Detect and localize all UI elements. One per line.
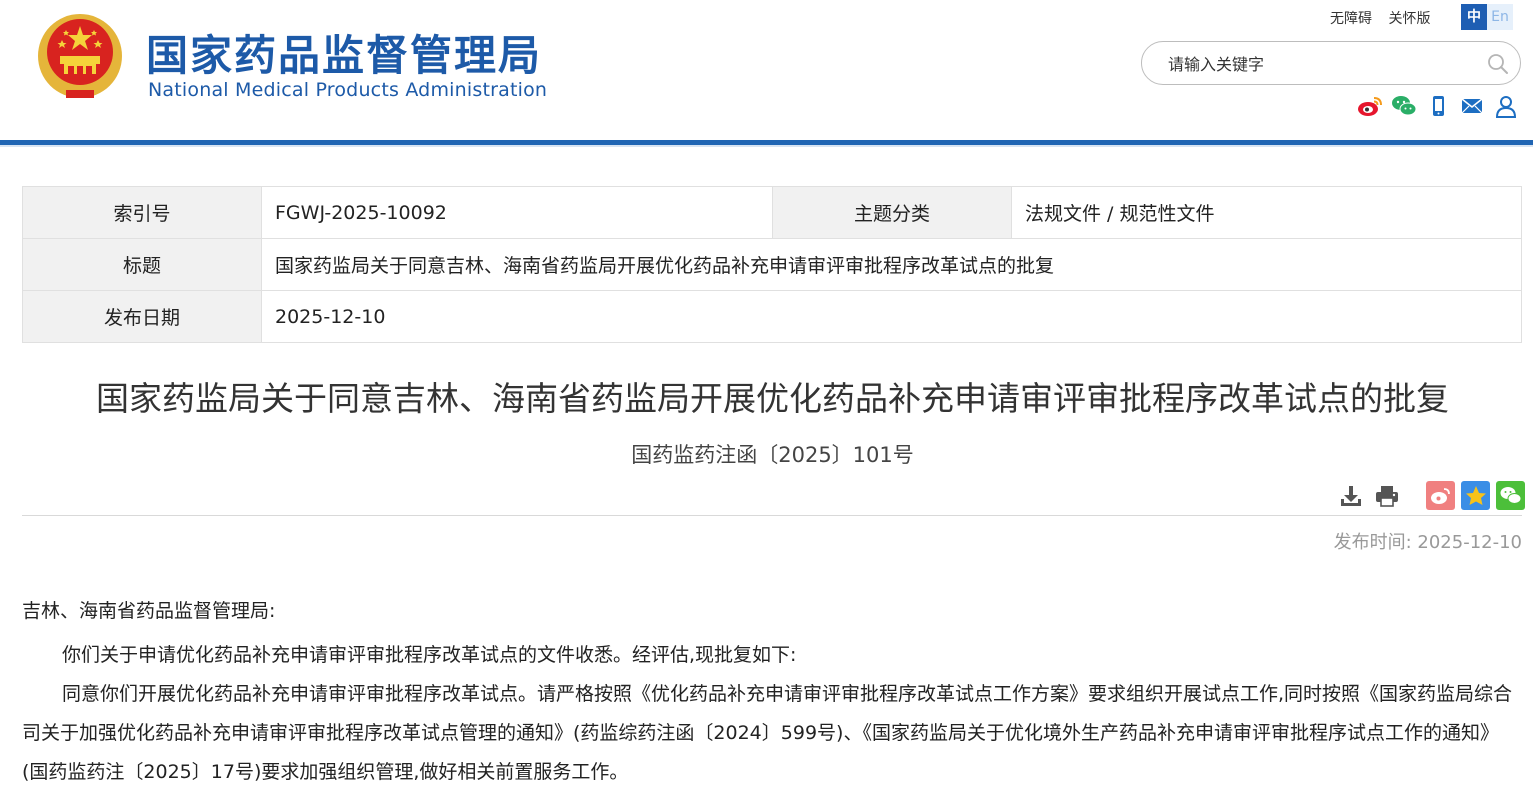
document-tools [1338,481,1525,510]
search-icon[interactable] [1486,52,1510,76]
language-switch: 中 En [1461,4,1513,30]
category-label: 主题分类 [772,186,1012,239]
top-links: 无障碍 关怀版 [1330,8,1442,28]
qzone-share-icon[interactable] [1461,481,1490,510]
weibo-icon[interactable] [1357,93,1383,119]
wechat-share-icon[interactable] [1496,481,1525,510]
date-label: 发布日期 [22,290,262,343]
site-header: 国家药品监督管理局 National Medical Products Admi… [0,0,1533,142]
document-body: 吉林、海南省药品监督管理局: 你们关于申请优化药品补充申请审评审批程序改革试点的… [22,596,1525,792]
index-label: 索引号 [22,186,262,239]
national-emblem-logo[interactable] [36,12,124,104]
publish-time-value: 2025-12-10 [1417,532,1522,553]
body-paragraph: 你们关于申请优化药品补充申请审评审批程序改革试点的文件收悉。经评估,现批复如下: [62,644,797,666]
lang-english-button[interactable]: En [1487,4,1513,30]
title-divider [22,515,1522,516]
table-row: 索引号 FGWJ-2025-10092 主题分类 法规文件 / 规范性文件 [22,186,1522,239]
lang-chinese-button[interactable]: 中 [1461,4,1487,30]
site-logo-title[interactable]: 国家药品监督管理局 [146,22,542,83]
site-logo-subtitle[interactable]: National Medical Products Administration [148,79,547,101]
mobile-icon[interactable] [1425,93,1451,119]
category-value: 法规文件 / 规范性文件 [1011,186,1522,239]
user-icon[interactable] [1493,93,1519,119]
document-meta-table: 索引号 FGWJ-2025-10092 主题分类 法规文件 / 规范性文件 标题… [22,186,1522,343]
mail-icon[interactable] [1459,93,1485,119]
body-paragraph: 同意你们开展优化药品补充申请审评审批程序改革试点。请严格按照《优化药品补充申请审… [22,683,1513,783]
date-value: 2025-12-10 [261,290,1522,343]
document-number: 国药监药注函〔2025〕101号 [631,443,914,467]
download-icon[interactable] [1338,483,1364,509]
index-value: FGWJ-2025-10092 [261,186,773,239]
wechat-icon[interactable] [1391,93,1417,119]
title-value: 国家药监局关于同意吉林、海南省药监局开展优化药品补充申请审评审批程序改革试点的批… [261,238,1522,291]
accessibility-link[interactable]: 无障碍 [1330,11,1372,27]
print-icon[interactable] [1374,483,1400,509]
header-divider-shadow [0,145,1533,147]
table-row: 标题 国家药监局关于同意吉林、海南省药监局开展优化药品补充申请审评审批程序改革试… [22,238,1522,291]
publish-time-label: 发布时间: [1333,532,1412,553]
title-label: 标题 [22,238,262,291]
weibo-share-icon[interactable] [1426,481,1455,510]
elderly-mode-link[interactable]: 关怀版 [1388,11,1430,27]
table-row: 发布日期 2025-12-10 [22,290,1522,343]
document-title: 国家药监局关于同意吉林、海南省药监局开展优化药品补充申请审评审批程序改革试点的批… [96,379,1449,418]
social-icons [1357,93,1519,119]
search-box [1141,41,1521,85]
publish-time: 发布时间: 2025-12-10 [1334,528,1522,554]
salutation: 吉林、海南省药品监督管理局: [22,600,276,622]
search-input[interactable] [1166,50,1470,78]
